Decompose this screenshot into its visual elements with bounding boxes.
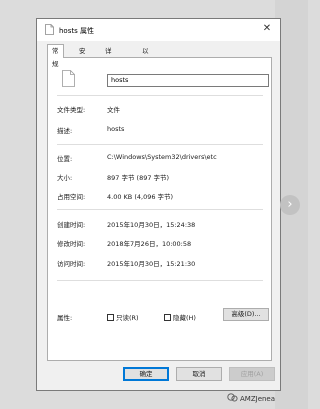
checkbox-box[interactable] xyxy=(107,314,114,321)
title-bar: hosts 属性 ✕ xyxy=(37,19,280,41)
created-value: 2015年10月30日，15:24:38 xyxy=(107,221,196,229)
screen: hosts 属性 ✕ 常规 安全 详细信息 以前的版本 hosts 文件类型: … xyxy=(0,0,308,409)
tab-details[interactable]: 详细信息 xyxy=(101,46,116,88)
divider xyxy=(57,280,263,281)
size-value: 897 字节 (897 字节) xyxy=(107,174,170,182)
ok-button[interactable]: 确定 xyxy=(123,367,169,381)
location-value: C:\Windows\System32\drivers\etc xyxy=(107,153,217,161)
divider xyxy=(57,144,263,145)
checkbox-box[interactable] xyxy=(164,314,171,321)
divider xyxy=(57,95,263,96)
modified-value: 2018年7月26日，10:00:58 xyxy=(107,240,192,248)
divider xyxy=(57,209,263,210)
next-arrow-icon[interactable]: › xyxy=(280,195,300,215)
apply-button[interactable]: 应用(A) xyxy=(229,367,275,381)
advanced-button[interactable]: 高级(D)... xyxy=(223,308,269,321)
file-type-value: 文件 xyxy=(107,106,120,114)
attributes-label: 属性: xyxy=(57,314,73,322)
modified-label: 修改时间: xyxy=(57,240,86,248)
watermark-text: AMZJenea xyxy=(240,395,276,403)
location-label: 位置: xyxy=(57,155,73,163)
size-label: 大小: xyxy=(57,174,73,182)
file-type-label: 文件类型: xyxy=(57,106,86,114)
cancel-button[interactable]: 取消 xyxy=(176,367,222,381)
description-value: hosts xyxy=(107,125,125,133)
filename-input[interactable]: hosts xyxy=(107,74,269,87)
readonly-label: 只读(R) xyxy=(116,314,139,322)
tab-general[interactable]: 常规 xyxy=(47,44,64,68)
hidden-checkbox[interactable]: 隐藏(H) xyxy=(164,312,196,322)
general-panel: hosts 文件类型: 文件 描述: hosts 位置: C:\Windows\… xyxy=(47,57,272,361)
hidden-label: 隐藏(H) xyxy=(173,314,196,322)
size-on-disk-label: 占用空间: xyxy=(57,193,86,201)
file-large-icon xyxy=(62,70,75,87)
file-icon xyxy=(45,24,54,35)
readonly-checkbox[interactable]: 只读(R) xyxy=(107,312,139,322)
tab-previous-versions[interactable]: 以前的版本 xyxy=(138,46,153,99)
tab-security[interactable]: 安全 xyxy=(75,46,90,66)
accessed-value: 2015年10月30日，15:21:30 xyxy=(107,260,196,268)
created-label: 创建时间: xyxy=(57,221,86,229)
close-icon[interactable]: ✕ xyxy=(260,22,274,36)
description-label: 描述: xyxy=(57,127,73,135)
properties-dialog: hosts 属性 ✕ 常规 安全 详细信息 以前的版本 hosts 文件类型: … xyxy=(36,18,281,391)
size-on-disk-value: 4.00 KB (4,096 字节) xyxy=(107,193,174,201)
watermark-logo-icon xyxy=(227,393,238,402)
accessed-label: 访问时间: xyxy=(57,260,86,268)
window-title: hosts 属性 xyxy=(59,27,94,35)
